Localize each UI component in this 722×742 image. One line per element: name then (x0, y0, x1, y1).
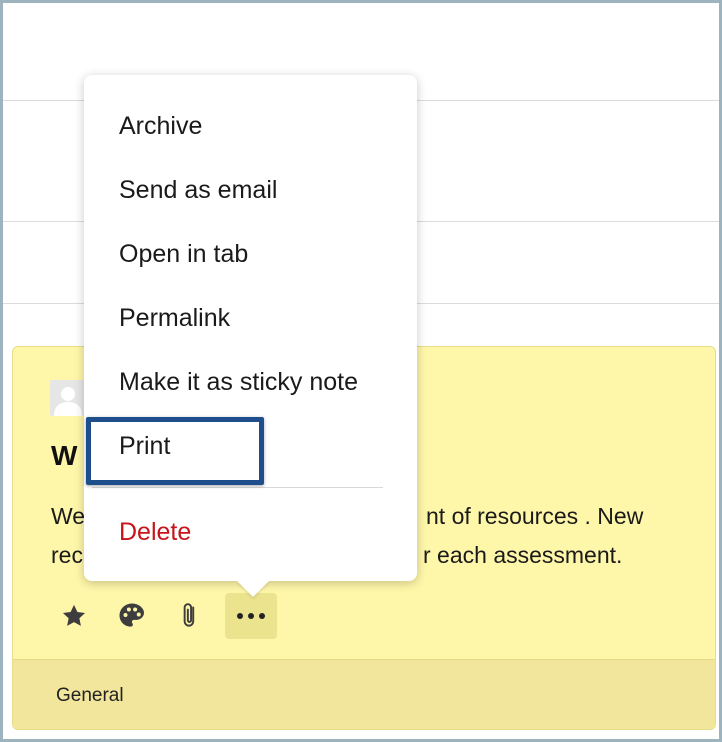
more-horizontal-icon (237, 613, 265, 619)
note-body-text: r each assessment. (423, 542, 623, 568)
star-button[interactable] (51, 593, 97, 639)
note-body-text: nt of resources . New (426, 503, 644, 529)
avatar (50, 380, 86, 416)
color-palette-button[interactable] (109, 593, 155, 639)
category-label[interactable]: General (56, 685, 124, 707)
star-icon (62, 604, 86, 626)
attach-button[interactable] (167, 593, 213, 639)
note-body-text: rec (51, 542, 83, 568)
note-title: W (51, 440, 78, 471)
menu-item-permalink[interactable]: Permalink (119, 303, 230, 333)
more-options-button[interactable] (225, 593, 277, 639)
note-action-bar (51, 593, 289, 639)
menu-item-delete[interactable]: Delete (119, 517, 191, 547)
note-options-menu: Archive Send as email Open in tab Permal… (84, 75, 417, 581)
print-highlight-box (86, 417, 264, 485)
menu-pointer (237, 581, 269, 597)
note-footer: General (13, 659, 715, 729)
note-body-text: We (51, 503, 86, 529)
menu-item-send-as-email[interactable]: Send as email (119, 175, 277, 205)
paperclip-icon (183, 603, 195, 627)
menu-item-sticky-note[interactable]: Make it as sticky note (119, 367, 358, 397)
window-frame: W We nt of resources . New rec r each as… (0, 0, 722, 742)
menu-item-open-in-tab[interactable]: Open in tab (119, 239, 248, 269)
menu-item-archive[interactable]: Archive (119, 111, 202, 141)
user-silhouette-icon (50, 380, 86, 416)
palette-icon (119, 603, 144, 627)
menu-divider (92, 487, 383, 488)
